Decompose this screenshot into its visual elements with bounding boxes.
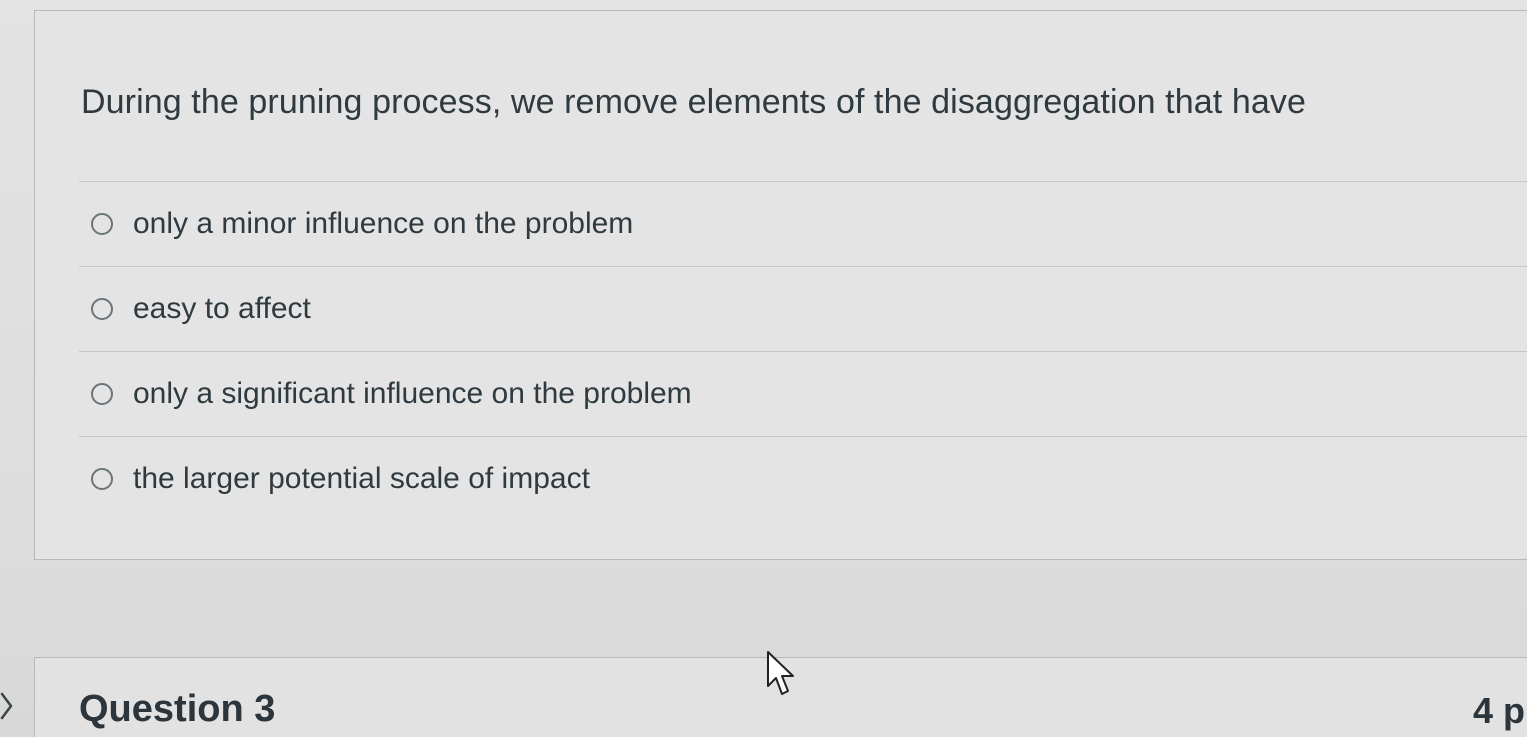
answer-label: the larger potential scale of impact	[133, 462, 590, 495]
question-points: 4 p	[1472, 690, 1525, 731]
question-title: Question 3	[79, 688, 276, 730]
question-card: During the pruning process, we remove el…	[34, 10, 1527, 560]
radio-button-icon[interactable]	[91, 383, 113, 405]
mouse-pointer-icon	[767, 651, 794, 695]
quiz-screen: During the pruning process, we remove el…	[0, 0, 1527, 737]
answer-list: only a minor influence on the problem ea…	[79, 181, 1527, 521]
radio-button-icon[interactable]	[91, 213, 113, 235]
answer-option[interactable]: the larger potential scale of impact	[79, 436, 1527, 521]
question-text: During the pruning process, we remove el…	[81, 83, 1306, 121]
answer-option[interactable]: only a significant influence on the prob…	[79, 351, 1527, 436]
chevron-right-icon[interactable]	[0, 692, 14, 720]
answer-label: only a significant influence on the prob…	[133, 377, 692, 410]
radio-button-icon[interactable]	[91, 298, 113, 320]
answer-option[interactable]: only a minor influence on the problem	[79, 181, 1527, 266]
radio-button-icon[interactable]	[91, 468, 113, 490]
answer-label: easy to affect	[133, 292, 311, 325]
answer-label: only a minor influence on the problem	[133, 207, 634, 240]
answer-option[interactable]: easy to affect	[79, 266, 1527, 351]
